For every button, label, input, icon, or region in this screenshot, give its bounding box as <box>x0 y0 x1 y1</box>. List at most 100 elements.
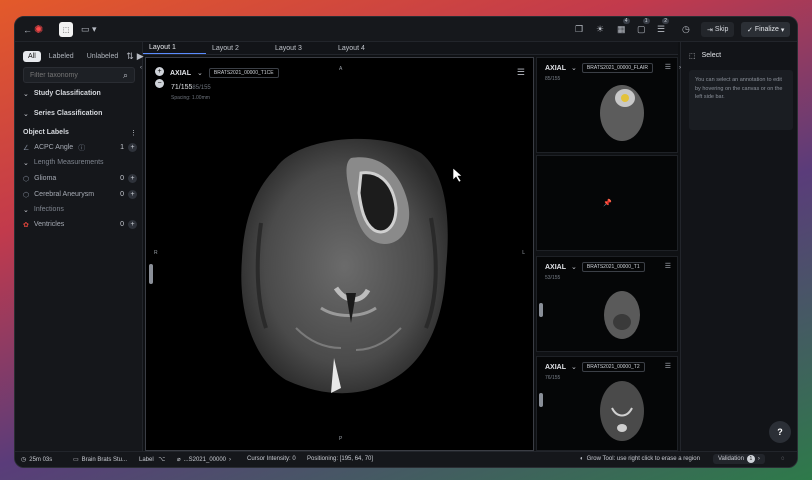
plane-selector[interactable]: AXIAL <box>545 65 566 72</box>
select-title-text: Select <box>701 52 722 59</box>
mri-t2-image <box>600 381 644 441</box>
tab-layout-1[interactable]: Layout 1 <box>143 42 206 54</box>
mri-t1-image <box>604 291 640 339</box>
bulb-icon: ◐ <box>580 456 584 462</box>
label-item-aneurysm[interactable]: ⬡ Cerebral Aneurysm 0 + <box>23 188 137 201</box>
add-icon[interactable]: + <box>128 220 137 229</box>
select-tool-icon[interactable]: ⬚ <box>59 22 73 37</box>
viewport-empty[interactable]: 📌 <box>536 155 678 251</box>
viewport-flair[interactable]: AXIAL ⌄ BRATS2021_00000_FLAIR 85/155 ☰ <box>536 57 678 153</box>
tab-layout-3[interactable]: Layout 3 <box>269 42 332 54</box>
app-window: ← ✺ ⬚ ▭ ▾ ❐ ☀ ▦ 4 ▢ 1 ☰ 2 ◷ ⇥ Skip ✓ Finali… <box>14 16 798 468</box>
finalize-button[interactable]: ✓ Finalize ▾ <box>741 22 791 37</box>
tool-hint: ◐ Grow Tool: use right click to erase a r… <box>580 456 700 462</box>
label-count: 0 <box>120 221 124 228</box>
label-item-glioma[interactable]: ⬡ Glioma 0 + <box>23 172 137 185</box>
mri-flair-image <box>600 85 644 141</box>
clock-icon: ◷ <box>21 457 27 463</box>
tab-layout-2[interactable]: Layout 2 <box>206 42 269 54</box>
select-panel-title: ⬚ Select <box>689 52 721 60</box>
pin-icon: 📌 <box>603 200 612 207</box>
chevron-down-icon: ⌄ <box>571 364 577 371</box>
stack-icon[interactable]: ❐ <box>575 22 583 37</box>
check-icon: ✓ <box>747 26 755 34</box>
slice-count: 53/155 <box>545 275 561 281</box>
chevron-right-icon: › <box>229 456 231 463</box>
viewport-t1[interactable]: AXIAL ⌄ BRATS2021_00000_T1 53/155 ☰ <box>536 256 678 352</box>
filter-all[interactable]: All <box>23 51 41 62</box>
timer: ◷ 25m 03s <box>21 456 53 464</box>
attachment-icon: ⌀ <box>177 457 181 463</box>
label-name: Ventricles <box>33 221 65 228</box>
status-bar: ◷ 25m 03s ▭ Brain Brats Stu... Label ⌥ ⌀..… <box>15 451 797 467</box>
timer-text: 25m 03s <box>29 456 53 463</box>
add-icon[interactable]: + <box>128 143 137 152</box>
label-group-length[interactable]: ⌄ Length Measurements <box>23 156 137 169</box>
validation-button[interactable]: Validation 1 › <box>713 454 765 464</box>
chevron-down-icon: ▾ <box>778 26 785 34</box>
angle-icon: ∠ <box>23 144 30 152</box>
chat-icon[interactable]: ◌ <box>781 456 785 462</box>
series-name[interactable]: BRATS2021_00000_T2 <box>581 362 645 372</box>
filter-labeled[interactable]: Labeled <box>44 51 79 62</box>
label-indicator: Label ⌥ <box>139 456 166 464</box>
layout-icon[interactable]: ▭ ▾ <box>81 22 97 37</box>
cursor-select-icon: ⬚ <box>689 53 696 60</box>
list-icon[interactable]: ☰ 2 <box>657 18 670 37</box>
series-name[interactable]: BRATS2021_00000_FLAIR <box>581 63 653 73</box>
more-icon[interactable]: ⋮ <box>130 129 137 137</box>
thumb-header: AXIAL ⌄ BRATS2021_00000_T1 <box>545 262 645 272</box>
thumb-header: AXIAL ⌄ BRATS2021_00000_T2 <box>545 362 645 372</box>
study-classification-row[interactable]: ⌄ Study Classification <box>23 87 137 100</box>
file-name[interactable]: ⌀ ...S2021_00000 › <box>177 456 231 464</box>
skip-icon: ⇥ <box>707 26 715 34</box>
slice-scrollbar[interactable] <box>539 393 543 407</box>
tab-layout-4[interactable]: Layout 4 <box>332 42 395 54</box>
label-group-infections[interactable]: ⌄ Infections <box>23 203 137 216</box>
viewport-menu-icon[interactable]: ☰ <box>665 262 671 270</box>
folder-icon: ▭ <box>73 457 79 463</box>
chevron-left-icon[interactable]: ‹ <box>140 65 142 71</box>
project-name[interactable]: ▭ Brain Brats Stu... <box>73 456 127 464</box>
viewport-menu-icon[interactable]: ☰ <box>665 63 671 71</box>
taxonomy-search[interactable]: ⌕ <box>23 67 135 83</box>
series-name[interactable]: BRATS2021_00000_T1 <box>581 262 645 272</box>
hierarchy-icon: ⌥ <box>156 457 166 463</box>
filter-icon[interactable]: ⇅ <box>126 51 134 62</box>
label-filters: All Labeled Unlabeled ⇅ ▶ <box>23 51 144 62</box>
label-text: Label <box>139 456 154 463</box>
comment-icon[interactable]: ▢ 1 <box>637 18 650 37</box>
history-icon[interactable]: ◷ <box>682 22 690 37</box>
add-icon[interactable]: + <box>128 190 137 199</box>
list-badge: 2 <box>662 18 670 24</box>
chevron-right-icon[interactable]: › <box>679 65 681 71</box>
file-text: ...S2021_00000 <box>183 456 226 463</box>
chevron-right-icon: › <box>757 456 760 462</box>
slice-scrollbar[interactable] <box>539 303 543 317</box>
label-item-ventricles[interactable]: ✿ Ventricles 0 + <box>23 218 137 231</box>
label-item-acpc[interactable]: ∠ ACPC Angle ⓘ 1 + <box>23 141 137 154</box>
label-count: 0 <box>120 175 124 182</box>
plane-selector[interactable]: AXIAL <box>545 264 566 271</box>
viewport-t2[interactable]: AXIAL ⌄ BRATS2021_00000_T2 76/155 ☰ <box>536 356 678 451</box>
viewport-menu-icon[interactable]: ☰ <box>665 362 671 370</box>
mri-axial-image <box>241 138 448 394</box>
task-icon[interactable]: ▦ 4 <box>617 18 630 37</box>
plane-selector[interactable]: AXIAL <box>545 364 566 371</box>
add-icon[interactable]: + <box>128 174 137 183</box>
select-panel: ⬚ Select You can select an annotation to… <box>680 42 797 451</box>
back-icon[interactable]: ← <box>23 22 32 37</box>
slice-count: 85/155 <box>545 76 561 82</box>
series-classification-label: Series Classification <box>33 110 103 117</box>
search-icon: ⌕ <box>122 69 128 80</box>
search-input[interactable] <box>30 71 120 79</box>
main-viewport[interactable]: + − AXIAL ⌄ BRATS2021_00000_T1CE 71/1558… <box>145 57 534 451</box>
help-button[interactable]: ? <box>769 421 791 443</box>
filter-unlabeled[interactable]: Unlabeled <box>82 51 124 62</box>
series-classification-row[interactable]: ⌄ Series Classification <box>23 107 137 120</box>
validation-text: Validation <box>718 456 744 462</box>
skip-button[interactable]: ⇥ Skip <box>701 22 735 37</box>
object-labels-header: Object Labels ⋮ <box>23 126 137 139</box>
chevron-down-icon: ⌄ <box>571 264 577 271</box>
sun-icon[interactable]: ☀ <box>596 22 604 37</box>
